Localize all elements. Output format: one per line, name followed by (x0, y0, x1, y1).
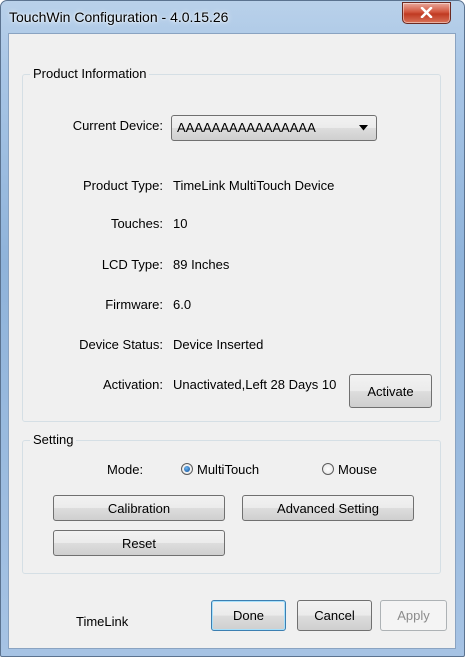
reset-button[interactable]: Reset (53, 530, 225, 556)
touches-value: 10 (173, 216, 188, 231)
device-status-value: Device Inserted (173, 337, 264, 352)
mode-label: Mode: (107, 462, 144, 477)
product-type-label: Product Type: (83, 178, 163, 193)
product-type-value: TimeLink MultiTouch Device (173, 178, 335, 193)
firmware-value: 6.0 (173, 297, 192, 312)
brand-label: TimeLink (76, 614, 129, 629)
calibration-button[interactable]: Calibration (53, 495, 225, 521)
product-information-label: Product Information (30, 66, 150, 81)
device-status-label: Device Status: (79, 337, 163, 352)
dialog-window: TouchWin Configuration - 4.0.15.26 Produ… (0, 0, 465, 657)
activation-value: Unactivated,Left 28 Days 10 (173, 377, 337, 392)
activate-button[interactable]: Activate (349, 374, 432, 408)
dialog-client-area: Product Information Current Device: AAAA… (8, 33, 456, 649)
current-device-label: Current Device: (72, 118, 163, 133)
window-title: TouchWin Configuration - 4.0.15.26 (9, 9, 229, 25)
mouse-radio-label[interactable]: Mouse (338, 462, 377, 477)
lcd-type-value: 89 Inches (173, 257, 230, 272)
touches-label: Touches: (110, 216, 163, 231)
mouse-radio[interactable] (322, 463, 334, 475)
current-device-dropdown[interactable]: AAAAAAAAAAAAAAAA (171, 115, 377, 141)
done-button[interactable]: Done (211, 600, 286, 631)
close-icon (420, 7, 433, 18)
lcd-type-label: LCD Type: (101, 257, 163, 272)
multitouch-radio[interactable] (181, 463, 193, 475)
close-button[interactable] (402, 2, 451, 24)
firmware-label: Firmware: (105, 297, 163, 312)
multitouch-radio-label[interactable]: MultiTouch (197, 462, 259, 477)
activation-label: Activation: (103, 377, 163, 392)
setting-label: Setting (30, 432, 77, 447)
current-device-value: AAAAAAAAAAAAAAAA (177, 120, 316, 135)
cancel-button[interactable]: Cancel (297, 600, 372, 631)
apply-button[interactable]: Apply (380, 600, 447, 631)
advanced-setting-button[interactable]: Advanced Setting (242, 495, 414, 521)
chevron-down-icon (359, 125, 368, 131)
title-bar[interactable]: TouchWin Configuration - 4.0.15.26 (1, 1, 464, 33)
